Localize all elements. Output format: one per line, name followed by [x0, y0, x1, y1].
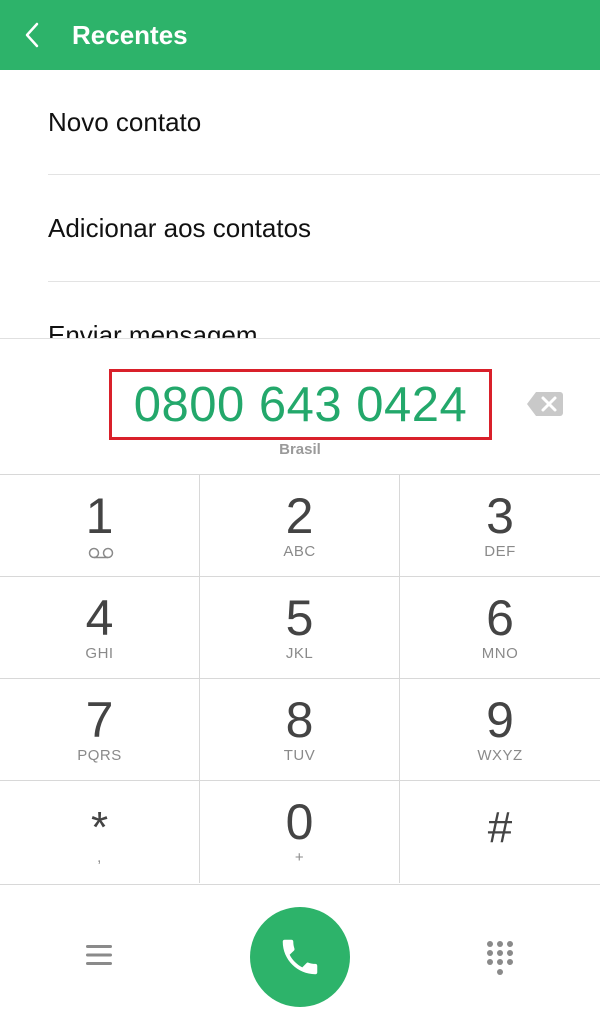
voicemail-icon — [88, 547, 114, 559]
key-2[interactable]: 2 ABC — [200, 475, 400, 577]
country-label: Brasil — [279, 441, 321, 458]
menu-item-label: Novo contato — [48, 106, 202, 137]
key-digit: # — [487, 803, 513, 852]
key-digit: 1 — [85, 488, 114, 544]
key-7[interactable]: 7 PQRS — [0, 679, 200, 781]
key-letters: GHI — [85, 645, 114, 662]
key-letters: WXYZ — [477, 747, 523, 764]
key-3[interactable]: 3 DEF — [400, 475, 600, 577]
key-digit: 0 — [285, 794, 314, 850]
key-8[interactable]: 8 TUV — [200, 679, 400, 781]
key-0[interactable]: 0 + — [200, 781, 400, 883]
dialpad-toggle-button[interactable] — [484, 939, 516, 979]
key-1[interactable]: 1 — [0, 475, 200, 577]
key-letters: DEF — [484, 543, 516, 560]
back-button[interactable] — [0, 0, 70, 70]
key-letters: , — [97, 849, 102, 866]
key-letters: + — [294, 849, 305, 866]
menu-item-add-to-contacts[interactable]: Adicionar aos contatos — [0, 175, 600, 281]
options-menu: Novo contato Adicionar aos contatos Envi… — [0, 70, 600, 338]
dialpad-icon — [487, 941, 513, 975]
key-digit: 4 — [85, 590, 114, 646]
key-digit: 8 — [285, 692, 314, 748]
page-title: Recentes — [72, 19, 188, 50]
key-digit: 7 — [85, 692, 114, 748]
dialed-number: 0800 643 0424 — [133, 377, 468, 432]
key-letters: TUV — [283, 747, 316, 764]
keypad: 1 2 ABC 3 DEF 4 GHI 5 JKL 6 MNO 7 PQRS 8… — [0, 474, 600, 885]
hamburger-menu-icon — [86, 945, 112, 965]
dialer-panel: 0800 643 0424 Brasil 1 2 ABC 3 DEF 4 GHI… — [0, 338, 600, 1028]
options-button[interactable] — [84, 942, 114, 968]
key-letters: ABC — [283, 543, 316, 560]
key-hash[interactable]: # — [400, 781, 600, 883]
key-letters: JKL — [285, 645, 314, 662]
app-bar: Recentes — [0, 0, 600, 70]
chevron-left-icon — [25, 22, 39, 48]
backspace-button[interactable] — [526, 390, 564, 418]
key-digit: 6 — [486, 590, 514, 646]
key-4[interactable]: 4 GHI — [0, 577, 200, 679]
key-letters: PQRS — [77, 747, 122, 764]
key-digit: 5 — [285, 590, 314, 646]
phone-icon — [282, 939, 318, 975]
key-star[interactable]: * , — [0, 781, 200, 883]
key-letters: MNO — [481, 645, 519, 662]
menu-item-label: Enviar mensagem — [48, 319, 258, 339]
key-digit: 9 — [486, 692, 514, 748]
backspace-icon — [527, 392, 563, 416]
menu-item-label: Adicionar aos contatos — [48, 212, 312, 243]
menu-item-new-contact[interactable]: Novo contato — [0, 70, 600, 174]
bottom-action-bar — [0, 885, 600, 1028]
key-6[interactable]: 6 MNO — [400, 577, 600, 679]
key-digit: 3 — [486, 488, 514, 544]
key-digit: 2 — [285, 488, 314, 544]
call-button[interactable] — [250, 907, 350, 1007]
key-5[interactable]: 5 JKL — [200, 577, 400, 679]
menu-item-send-message[interactable]: Enviar mensagem — [0, 282, 600, 339]
key-9[interactable]: 9 WXYZ — [400, 679, 600, 781]
dialed-number-field[interactable]: 0800 643 0424 — [109, 369, 492, 440]
